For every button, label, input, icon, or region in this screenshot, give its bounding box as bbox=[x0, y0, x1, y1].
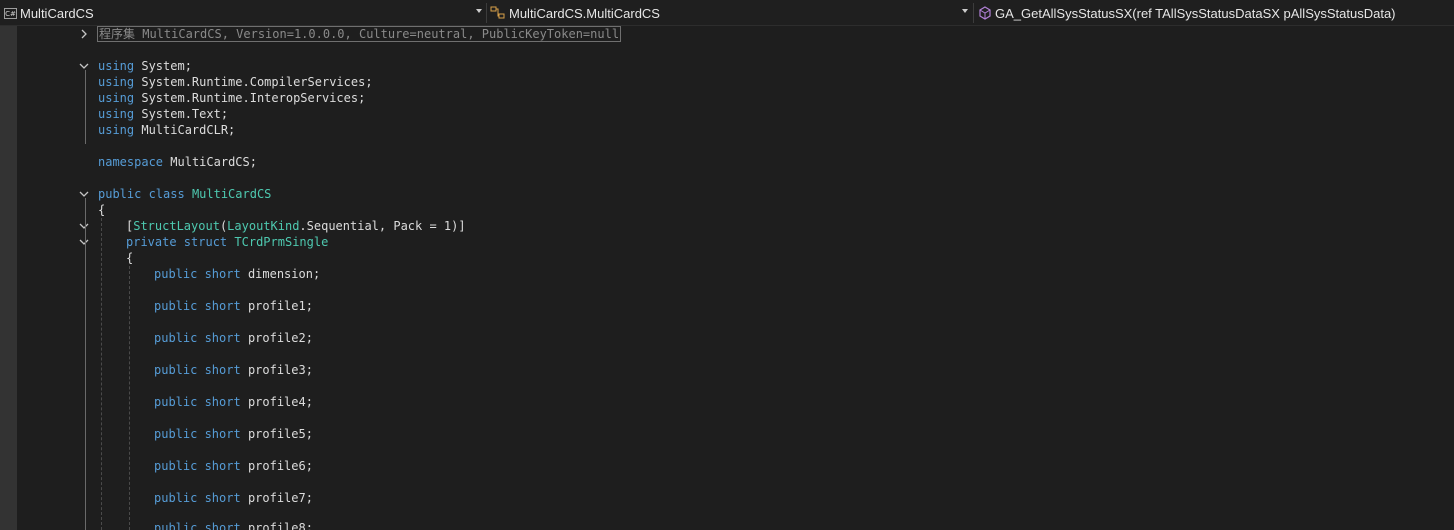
method-icon bbox=[979, 6, 991, 20]
chevron-down-icon[interactable] bbox=[79, 237, 89, 247]
namespace-line: namespace MultiCardCS; bbox=[98, 155, 257, 169]
navigation-bar: C# MultiCardCS MultiCardCS.MultiCardCS G… bbox=[0, 0, 1454, 26]
fold-guide bbox=[85, 70, 86, 144]
member-scope-label: GA_GetAllSysStatusSX(ref TAllSysStatusDa… bbox=[995, 5, 1396, 21]
indent-guide bbox=[129, 266, 130, 530]
project-label: MultiCardCS bbox=[20, 5, 94, 21]
class-declaration: public class MultiCardCS bbox=[98, 187, 272, 201]
open-brace: { bbox=[126, 251, 134, 265]
using-line: using System.Runtime.InteropServices; bbox=[98, 91, 366, 105]
struct-declaration: private struct TCrdPrmSingle bbox=[126, 235, 329, 249]
type-scope-label: MultiCardCS.MultiCardCS bbox=[509, 5, 660, 21]
indent-guide bbox=[101, 218, 102, 530]
field-line: public short profile2; bbox=[154, 331, 313, 345]
attribute-line: [StructLayout(LayoutKind.Sequential, Pac… bbox=[126, 219, 466, 233]
using-line: using System.Runtime.CompilerServices; bbox=[98, 75, 373, 89]
field-line: public short profile5; bbox=[154, 427, 313, 441]
code-editor[interactable]: 程序集 MultiCardCS, Version=1.0.0.0, Cultur… bbox=[0, 26, 1454, 530]
chevron-down-icon[interactable] bbox=[79, 61, 89, 71]
using-line: using MultiCardCLR; bbox=[98, 123, 236, 137]
chevron-down-icon[interactable] bbox=[79, 189, 89, 199]
type-scope-dropdown[interactable]: MultiCardCS.MultiCardCS bbox=[490, 2, 970, 24]
field-line: public short profile1; bbox=[154, 299, 313, 313]
chevron-down-icon[interactable] bbox=[962, 9, 968, 13]
chevron-down-icon[interactable] bbox=[79, 221, 89, 231]
field-line: public short profile3; bbox=[154, 363, 313, 377]
open-brace: { bbox=[98, 203, 106, 217]
field-line: public short profile4; bbox=[154, 395, 313, 409]
field-line: public short dimension; bbox=[154, 267, 321, 281]
chevron-right-icon[interactable] bbox=[79, 29, 89, 39]
csharp-project-icon: C# bbox=[4, 7, 17, 19]
field-line: public short profile8; bbox=[154, 521, 313, 530]
field-line: public short profile7; bbox=[154, 491, 313, 505]
divider bbox=[486, 3, 487, 23]
project-dropdown[interactable]: C# MultiCardCS bbox=[4, 2, 484, 24]
member-scope-dropdown[interactable]: GA_GetAllSysStatusSX(ref TAllSysStatusDa… bbox=[978, 2, 1454, 24]
class-icon bbox=[490, 6, 505, 19]
divider bbox=[973, 3, 974, 23]
assembly-header[interactable]: 程序集 MultiCardCS, Version=1.0.0.0, Cultur… bbox=[97, 26, 622, 42]
fold-guide bbox=[85, 198, 86, 530]
using-line: using System; bbox=[98, 59, 192, 73]
chevron-down-icon[interactable] bbox=[476, 9, 482, 13]
using-line: using System.Text; bbox=[98, 107, 229, 121]
field-line: public short profile6; bbox=[154, 459, 313, 473]
code-area[interactable]: 程序集 MultiCardCS, Version=1.0.0.0, Cultur… bbox=[0, 26, 1454, 530]
